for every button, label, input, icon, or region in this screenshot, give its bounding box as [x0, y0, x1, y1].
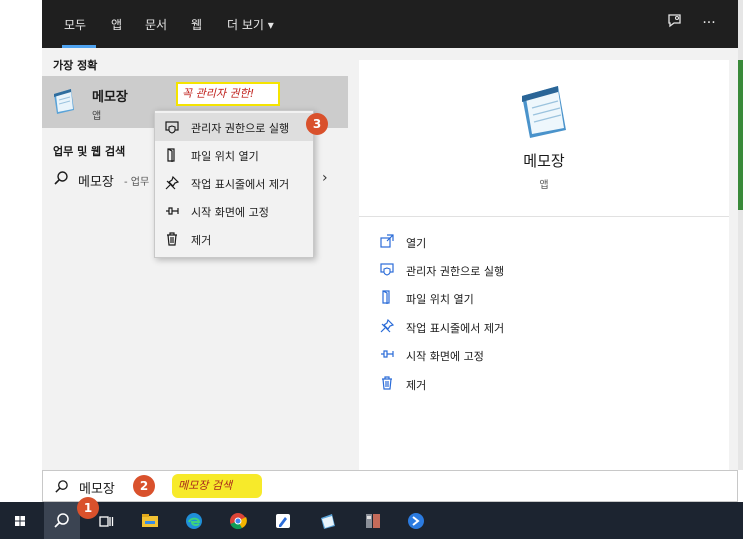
feedback-icon[interactable] — [664, 12, 686, 34]
more-options-icon[interactable]: ··· — [698, 12, 720, 34]
preview-divider — [359, 216, 729, 217]
preview-title: 메모장 — [523, 152, 565, 170]
tab-apps[interactable]: 앱 — [111, 16, 122, 33]
action-uninstall-label: 제거 — [406, 379, 427, 392]
search-icon — [55, 480, 68, 493]
web-result-label: 메모장 — [78, 175, 114, 190]
context-unpin-taskbar[interactable]: 작업 표시줄에서 제거 — [155, 169, 313, 197]
step-marker-1: 1 — [77, 497, 99, 519]
notepad-large-icon — [522, 86, 566, 138]
taskbar-notepad[interactable] — [310, 502, 346, 539]
taskbar-app-1[interactable] — [265, 502, 301, 539]
taskbar-app-3[interactable] — [398, 502, 434, 539]
action-open-file-location-label: 파일 위치 열기 — [406, 293, 474, 306]
context-run-as-admin-label: 관리자 권한으로 실행 — [191, 122, 290, 135]
pin-icon — [379, 347, 395, 363]
tab-web[interactable]: 웹 — [191, 16, 202, 33]
tab-more[interactable]: 더 보기 ▾ — [227, 16, 274, 33]
tab-documents[interactable]: 문서 — [145, 16, 167, 33]
trash-icon — [379, 376, 395, 392]
annotation-admin-note: 꼭 관리자 권한! — [176, 82, 280, 106]
annotation-search-note: 메모장 검색 — [172, 474, 262, 498]
trash-icon — [165, 232, 179, 246]
search-top-bar: 모두 앱 문서 웹 더 보기 ▾ ··· — [42, 0, 738, 48]
taskbar-search-button[interactable] — [44, 502, 80, 539]
best-match-title: 메모장 — [92, 90, 128, 105]
notepad-icon — [321, 514, 335, 529]
context-open-file-location[interactable]: 파일 위치 열기 — [155, 141, 313, 169]
chrome-button[interactable] — [220, 502, 256, 539]
preview-pane: 메모장 앱 열기 관리자 권한으로 실행 파일 위치 열기 작업 표시줄에서 제… — [359, 60, 729, 470]
pin-icon — [165, 204, 179, 218]
notepad-icon — [54, 89, 74, 114]
search-input[interactable]: 메모장 — [79, 478, 115, 497]
context-unpin-taskbar-label: 작업 표시줄에서 제거 — [191, 178, 290, 191]
context-run-as-admin[interactable]: 관리자 권한으로 실행 — [155, 113, 313, 141]
preview-subtitle: 앱 — [539, 180, 549, 191]
task-view-icon — [99, 516, 114, 527]
app-icon — [276, 514, 290, 528]
context-pin-start[interactable]: 시작 화면에 고정 — [155, 197, 313, 225]
edge-button[interactable] — [176, 502, 212, 539]
shield-icon — [165, 120, 179, 134]
folder-icon — [165, 148, 179, 163]
context-pin-start-label: 시작 화면에 고정 — [191, 206, 269, 219]
action-unpin-taskbar-label: 작업 표시줄에서 제거 — [406, 322, 505, 335]
web-result-suffix: - 업무 — [124, 177, 150, 188]
windows-icon — [15, 516, 25, 526]
desktop-background-strip — [738, 60, 743, 210]
open-icon — [379, 234, 395, 250]
edge-icon — [186, 513, 202, 529]
context-uninstall-label: 제거 — [191, 234, 212, 247]
taskbar-app-2[interactable] — [355, 502, 391, 539]
app-icon — [366, 514, 380, 528]
context-menu: 관리자 권한으로 실행 파일 위치 열기 작업 표시줄에서 제거 시작 화면에 … — [154, 110, 314, 258]
step-marker-3: 3 — [306, 113, 328, 135]
step-marker-2: 2 — [133, 475, 155, 497]
context-uninstall[interactable]: 제거 — [155, 225, 313, 253]
file-explorer-button[interactable] — [132, 502, 168, 539]
context-open-file-location-label: 파일 위치 열기 — [191, 150, 259, 163]
app-icon — [408, 513, 424, 529]
taskbar — [0, 502, 743, 539]
best-match-header: 가장 정확 — [53, 59, 98, 72]
search-window: 모두 앱 문서 웹 더 보기 ▾ ··· 가장 정확 메모장 앱 꼭 관리자 권… — [42, 0, 738, 470]
action-run-as-admin-label: 관리자 권한으로 실행 — [406, 265, 505, 278]
action-pin-start-label: 시작 화면에 고정 — [406, 350, 484, 363]
web-search-header: 업무 및 웹 검색 — [53, 145, 126, 158]
action-open-label: 열기 — [406, 237, 427, 250]
folder-icon — [379, 290, 395, 306]
start-button[interactable] — [2, 502, 38, 539]
tab-all[interactable]: 모두 — [64, 16, 86, 33]
chevron-right-icon[interactable]: › — [322, 170, 328, 186]
file-explorer-icon — [142, 514, 158, 527]
unpin-icon — [379, 318, 395, 335]
unpin-icon — [165, 175, 180, 190]
desktop-background-left — [0, 0, 42, 470]
best-match-subtitle: 앱 — [92, 111, 102, 122]
search-icon — [54, 513, 69, 528]
search-icon — [54, 171, 68, 185]
shield-icon — [379, 262, 395, 278]
chrome-icon — [230, 513, 247, 530]
